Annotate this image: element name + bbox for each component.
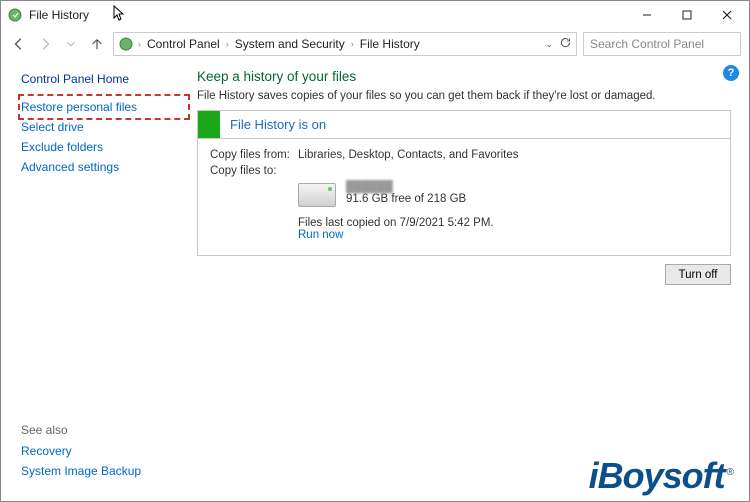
- status-box: File History is on Copy files from: Libr…: [197, 110, 731, 256]
- status-header: File History is on: [198, 111, 730, 139]
- close-button[interactable]: [707, 1, 747, 29]
- breadcrumb-control-panel[interactable]: Control Panel: [145, 37, 222, 51]
- status-title: File History is on: [220, 117, 326, 132]
- maximize-button[interactable]: [667, 1, 707, 29]
- recent-dropdown[interactable]: [61, 34, 81, 54]
- search-box[interactable]: [583, 32, 741, 56]
- sidebar-system-image-backup[interactable]: System Image Backup: [21, 461, 187, 481]
- status-body: Copy files from: Libraries, Desktop, Con…: [198, 139, 730, 255]
- refresh-icon[interactable]: [559, 36, 572, 52]
- sidebar-advanced-settings[interactable]: Advanced settings: [21, 157, 187, 177]
- back-button[interactable]: [9, 34, 29, 54]
- run-now-link[interactable]: Run now: [298, 229, 718, 241]
- page-heading: Keep a history of your files: [197, 69, 731, 84]
- drive-name: ██████: [346, 181, 466, 193]
- chevron-right-icon: ›: [136, 39, 143, 49]
- path-icon: [118, 36, 134, 52]
- chevron-right-icon: ›: [349, 39, 356, 49]
- copy-from-value: Libraries, Desktop, Contacts, and Favori…: [298, 149, 519, 161]
- sidebar-bottom: See also Recovery System Image Backup: [21, 419, 187, 491]
- sidebar-home[interactable]: Control Panel Home: [21, 69, 187, 89]
- cursor-icon: [113, 5, 127, 26]
- sidebar-recovery[interactable]: Recovery: [21, 441, 187, 461]
- status-color-indicator: [198, 111, 220, 138]
- help-icon[interactable]: ?: [723, 65, 739, 81]
- turn-off-button[interactable]: Turn off: [665, 264, 731, 285]
- chevron-down-icon[interactable]: ⌄: [545, 39, 553, 50]
- watermark: iBoysoft®: [589, 455, 733, 497]
- content: ? Keep a history of your files File Hist…: [187, 59, 749, 501]
- forward-button[interactable]: [35, 34, 55, 54]
- title-bar: File History: [1, 1, 749, 29]
- chevron-right-icon: ›: [224, 39, 231, 49]
- sidebar-exclude-folders[interactable]: Exclude folders: [21, 137, 187, 157]
- sidebar: Control Panel Home Restore personal file…: [1, 59, 187, 501]
- see-also-label: See also: [21, 419, 187, 441]
- minimize-button[interactable]: [627, 1, 667, 29]
- address-bar[interactable]: › Control Panel › System and Security › …: [113, 32, 577, 56]
- drive-icon: [298, 183, 336, 207]
- last-copied-text: Files last copied on 7/9/2021 5:42 PM.: [298, 217, 718, 229]
- drive-free-space: 91.6 GB free of 218 GB: [346, 193, 466, 205]
- search-input[interactable]: [590, 37, 745, 51]
- sidebar-select-drive[interactable]: Select drive: [21, 117, 187, 137]
- nav-bar: › Control Panel › System and Security › …: [1, 29, 749, 59]
- up-button[interactable]: [87, 34, 107, 54]
- sidebar-restore-personal-files[interactable]: Restore personal files: [21, 97, 187, 117]
- page-subtext: File History saves copies of your files …: [197, 90, 731, 102]
- breadcrumb-system[interactable]: System and Security: [233, 37, 347, 51]
- body: Control Panel Home Restore personal file…: [1, 59, 749, 501]
- app-icon: [7, 7, 23, 23]
- breadcrumb-file-history[interactable]: File History: [358, 37, 422, 51]
- copy-from-label: Copy files from:: [210, 149, 298, 161]
- window-title: File History: [29, 8, 89, 22]
- copy-to-label: Copy files to:: [210, 165, 298, 177]
